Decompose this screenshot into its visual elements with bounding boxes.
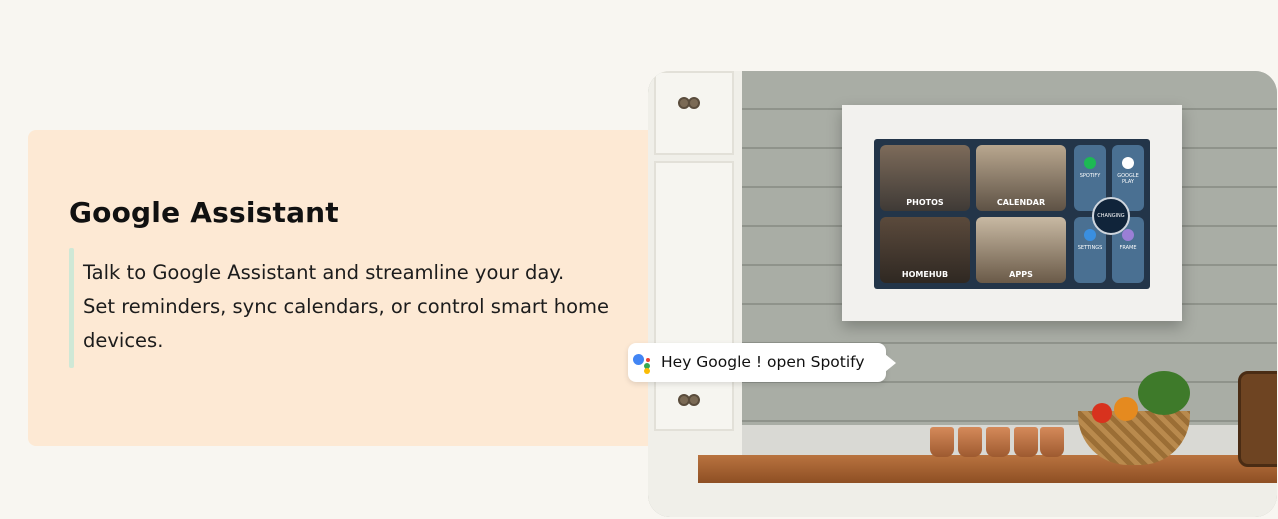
brand-badge: CHANGING (1092, 197, 1130, 235)
tile-photos: PHOTOS (880, 145, 970, 211)
kitchen-cabinet (648, 71, 742, 517)
description-line: Talk to Google Assistant and streamline … (83, 261, 565, 284)
feature-title: Google Assistant (69, 196, 339, 229)
cabinet-door (654, 71, 734, 155)
spotify-icon (1084, 157, 1096, 169)
copper-pot (1014, 427, 1038, 457)
frame-icon (1122, 229, 1134, 241)
tile-calendar: CALENDAR (976, 145, 1066, 211)
digital-frame: PHOTOS CALENDAR HOMEHUB APPS SPOTIFY GOO… (842, 105, 1182, 321)
voice-command-text: Hey Google ! open Spotify (661, 353, 865, 371)
tile-homehub: HOMEHUB (880, 217, 970, 283)
accent-bar (69, 248, 74, 368)
frame-screen: PHOTOS CALENDAR HOMEHUB APPS SPOTIFY GOO… (874, 139, 1150, 289)
wooden-counter (698, 455, 1277, 483)
settings-icon (1084, 229, 1096, 241)
cabinet-knob (688, 97, 700, 109)
counter-base (730, 483, 1277, 517)
cabinet-knob (688, 394, 700, 406)
feature-description: Talk to Google Assistant and streamline … (83, 256, 643, 358)
tomato (1092, 403, 1112, 423)
pepper (1114, 397, 1138, 421)
description-line: devices. (83, 329, 164, 352)
cabinet-door (654, 161, 734, 431)
voice-command-bubble: Hey Google ! open Spotify (628, 343, 896, 382)
google-assistant-icon (633, 354, 655, 374)
copper-pot (1040, 427, 1064, 457)
retro-radio (1238, 371, 1277, 467)
copper-pot (930, 427, 954, 457)
copper-pot (958, 427, 982, 457)
product-photo: PHOTOS CALENDAR HOMEHUB APPS SPOTIFY GOO… (648, 71, 1277, 517)
tile-apps: APPS (976, 217, 1066, 283)
copper-pot (986, 427, 1010, 457)
description-line: Set reminders, sync calendars, or contro… (83, 295, 610, 318)
greens (1138, 371, 1190, 415)
google-play-icon (1122, 157, 1134, 169)
